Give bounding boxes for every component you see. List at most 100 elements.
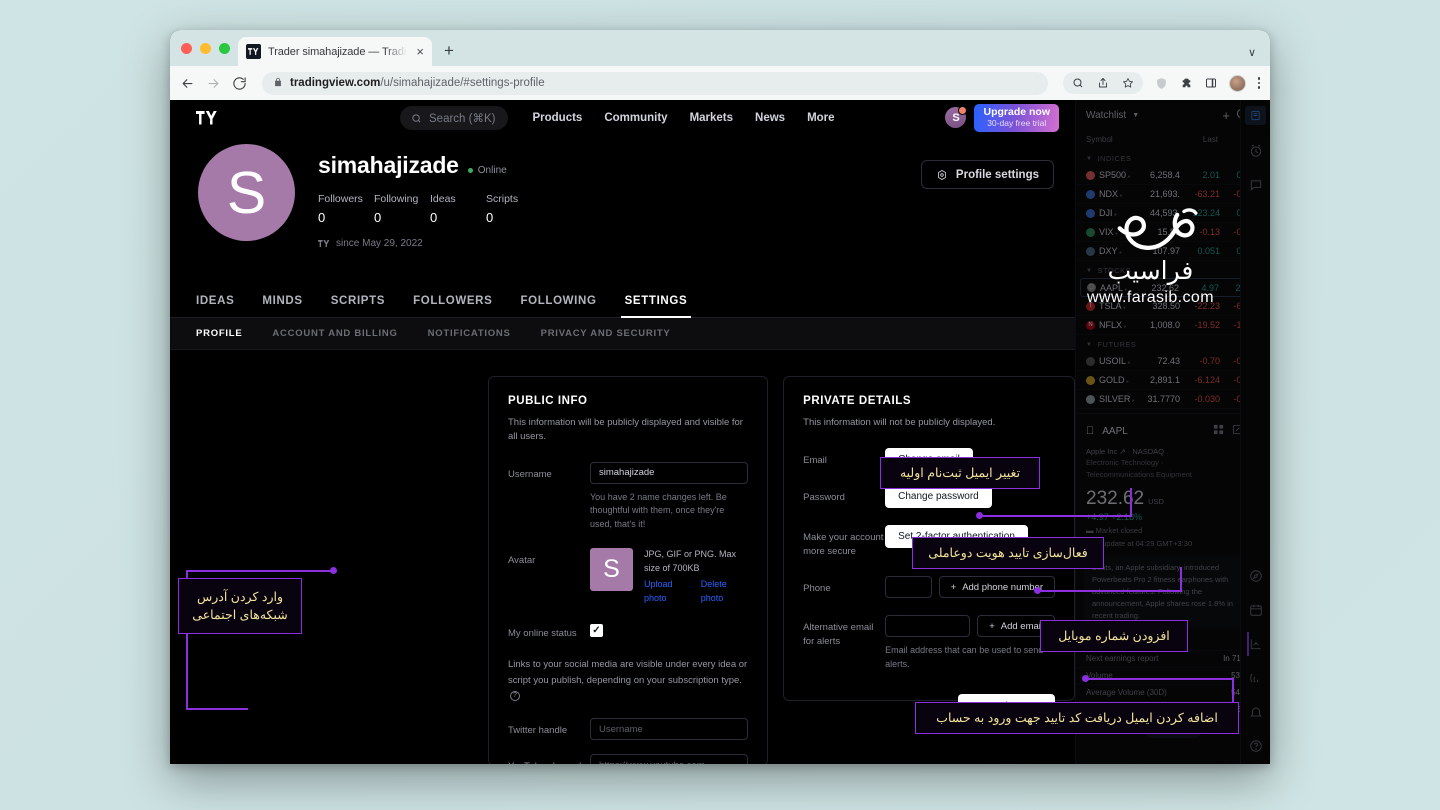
window-controls[interactable] [179,30,238,66]
forward-button[interactable] [206,76,221,91]
row-change: 4.97 [1201,282,1219,293]
online-status-checkbox[interactable]: ✓ [590,624,603,638]
tab-list-chevron-icon[interactable]: ∨ [1248,46,1256,59]
data-window-icon[interactable] [1247,631,1264,656]
subtab-notifications[interactable]: NOTIFICATIONS [428,328,511,339]
search-input[interactable]: Search (⌘K) [400,106,509,130]
bookmark-star-icon[interactable] [1122,77,1134,89]
profile-stats: Followers 0 Following 0 Ideas 0 Scripts … [318,193,1075,225]
minimize-window-button[interactable] [200,42,211,54]
browser-tab[interactable]: Trader simahajizade — Trading × [238,37,432,66]
help-icon[interactable]: ? [510,690,520,701]
tab-settings[interactable]: SETTINGS [620,284,691,318]
public-info-heading: PUBLIC INFO [508,395,588,407]
twitter-input[interactable]: Username [590,718,749,741]
alternative-email-row: Alternative email for alerts + Add email… [803,615,1055,672]
subtab-profile[interactable]: PROFILE [196,328,242,339]
calendar-icon[interactable] [1247,601,1264,618]
alternative-email-input[interactable] [885,615,971,638]
tab-followers[interactable]: FOLLOWERS [413,284,492,318]
row-symbol: VIX [1099,227,1136,237]
shield-icon[interactable] [1155,77,1168,90]
add-symbol-icon[interactable]: + [1222,108,1230,123]
member-since-text: since May 29, 2022 [336,238,423,249]
watchlist-panel-icon[interactable] [1245,106,1266,125]
search-icon [412,113,421,123]
nav-more[interactable]: More [807,112,834,124]
help-circle-icon[interactable] [1247,737,1264,754]
profile-avatar-button[interactable] [1228,74,1246,92]
ideas-compass-icon[interactable] [1247,567,1264,584]
address-bar[interactable]: tradingview.com/u/simahajizade/#settings… [262,71,1048,95]
new-tab-button[interactable]: + [444,41,454,61]
tab-following[interactable]: FOLLOWING [520,284,596,318]
youtube-link-label: YouTube channel link [508,754,590,764]
nav-community[interactable]: Community [604,112,667,124]
tab-minds[interactable]: MINDS [262,284,302,318]
symbol-news-card[interactable]: Beats, an Apple subsidiary, introduced P… [1084,555,1262,628]
right-sidebar: Watchlist ▼ + ⋯ Symbol Last Chg ▼INDICES… [1075,100,1270,764]
external-link-icon[interactable]: ↗ [1119,447,1125,456]
symbol-change: +4.97 [1086,511,1109,522]
side-panel-icon[interactable] [1205,77,1217,89]
row-change: -22.23 [1194,301,1220,311]
page-title: simahajizade [318,152,459,178]
subtab-account-and-billing[interactable]: ACCOUNT AND BILLING [272,328,397,339]
stat-value: 0 [374,210,382,225]
nav-products[interactable]: Products [532,112,582,124]
browser-toolbar: tradingview.com/u/simahajizade/#settings… [170,66,1270,100]
stat-ideas[interactable]: Ideas 0 [430,193,486,225]
chat-icon[interactable] [1247,176,1264,193]
row-last: 2,891.1 [1149,375,1180,385]
col-symbol: Symbol [1086,135,1113,144]
header-links: Products Community Markets News More [532,112,834,124]
stat-following[interactable]: Following 0 [374,193,430,225]
close-tab-button[interactable]: × [414,45,424,58]
chevron-down-icon[interactable]: ▼ [1132,112,1139,119]
watchlist-title[interactable]: Watchlist [1086,110,1126,121]
stream-icon[interactable] [1247,669,1264,686]
symbol-icon [1086,246,1095,256]
user-avatar[interactable]: S [945,106,968,129]
profile-settings-button[interactable]: Profile settings [920,160,1054,189]
share-icon[interactable] [1097,77,1109,89]
back-button[interactable] [180,76,195,91]
avatar-thumbnail[interactable]: S [590,548,633,592]
delete-photo-link[interactable]: Delete photo [701,578,748,605]
row-change: -0.13 [1199,227,1220,237]
close-window-button[interactable] [181,42,192,54]
bell-icon[interactable] [1247,703,1264,720]
nav-news[interactable]: News [755,112,785,124]
phone-input[interactable] [885,576,932,599]
annotation-social-links: وارد کردن آدرس شبکه‌های اجتماعی [178,578,302,634]
profile-avatar[interactable]: S [198,144,295,241]
tab-ideas[interactable]: IDEAS [196,284,234,318]
public-info-subtitle: This information will be publicly displa… [508,417,743,442]
active-indicator [1247,631,1249,656]
upgrade-now-button[interactable]: Upgrade now 30-day free trial [974,103,1059,133]
youtube-link-input[interactable]: https://www.youtube.com [590,754,749,764]
symbol-price: 232.62 [1086,487,1145,509]
grid-view-icon[interactable] [1213,422,1224,440]
row-symbol: AAPL [1100,283,1135,293]
stat-scripts[interactable]: Scripts 0 [486,193,542,225]
maximize-window-button[interactable] [219,42,230,54]
browser-menu-button[interactable] [1257,77,1260,89]
extensions-puzzle-icon[interactable] [1180,77,1193,90]
group-label: INDICES [1097,154,1132,163]
table-row[interactable]: AAPL232.624.972.18% [1080,278,1266,297]
upload-photo-link[interactable]: Upload photo [644,578,694,605]
browser-tabstrip: Trader simahajizade — Trading × + ∨ [170,30,1270,66]
reload-button[interactable] [232,76,247,91]
annot-lead-2fa-v [1180,567,1182,592]
stat-followers[interactable]: Followers 0 [318,193,374,225]
tab-scripts[interactable]: SCRIPTS [331,284,385,318]
tradingview-logo-icon[interactable] [196,110,220,126]
alerts-clock-icon[interactable] [1247,142,1264,159]
subtab-privacy-and-security[interactable]: PRIVACY AND SECURITY [541,328,671,339]
nav-markets[interactable]: Markets [690,112,733,124]
username-input[interactable]: simahajizade [590,461,749,484]
row-change: -0.70 [1199,356,1220,366]
search-icon[interactable] [1072,77,1084,89]
company-name[interactable]: Apple Inc [1086,447,1117,456]
